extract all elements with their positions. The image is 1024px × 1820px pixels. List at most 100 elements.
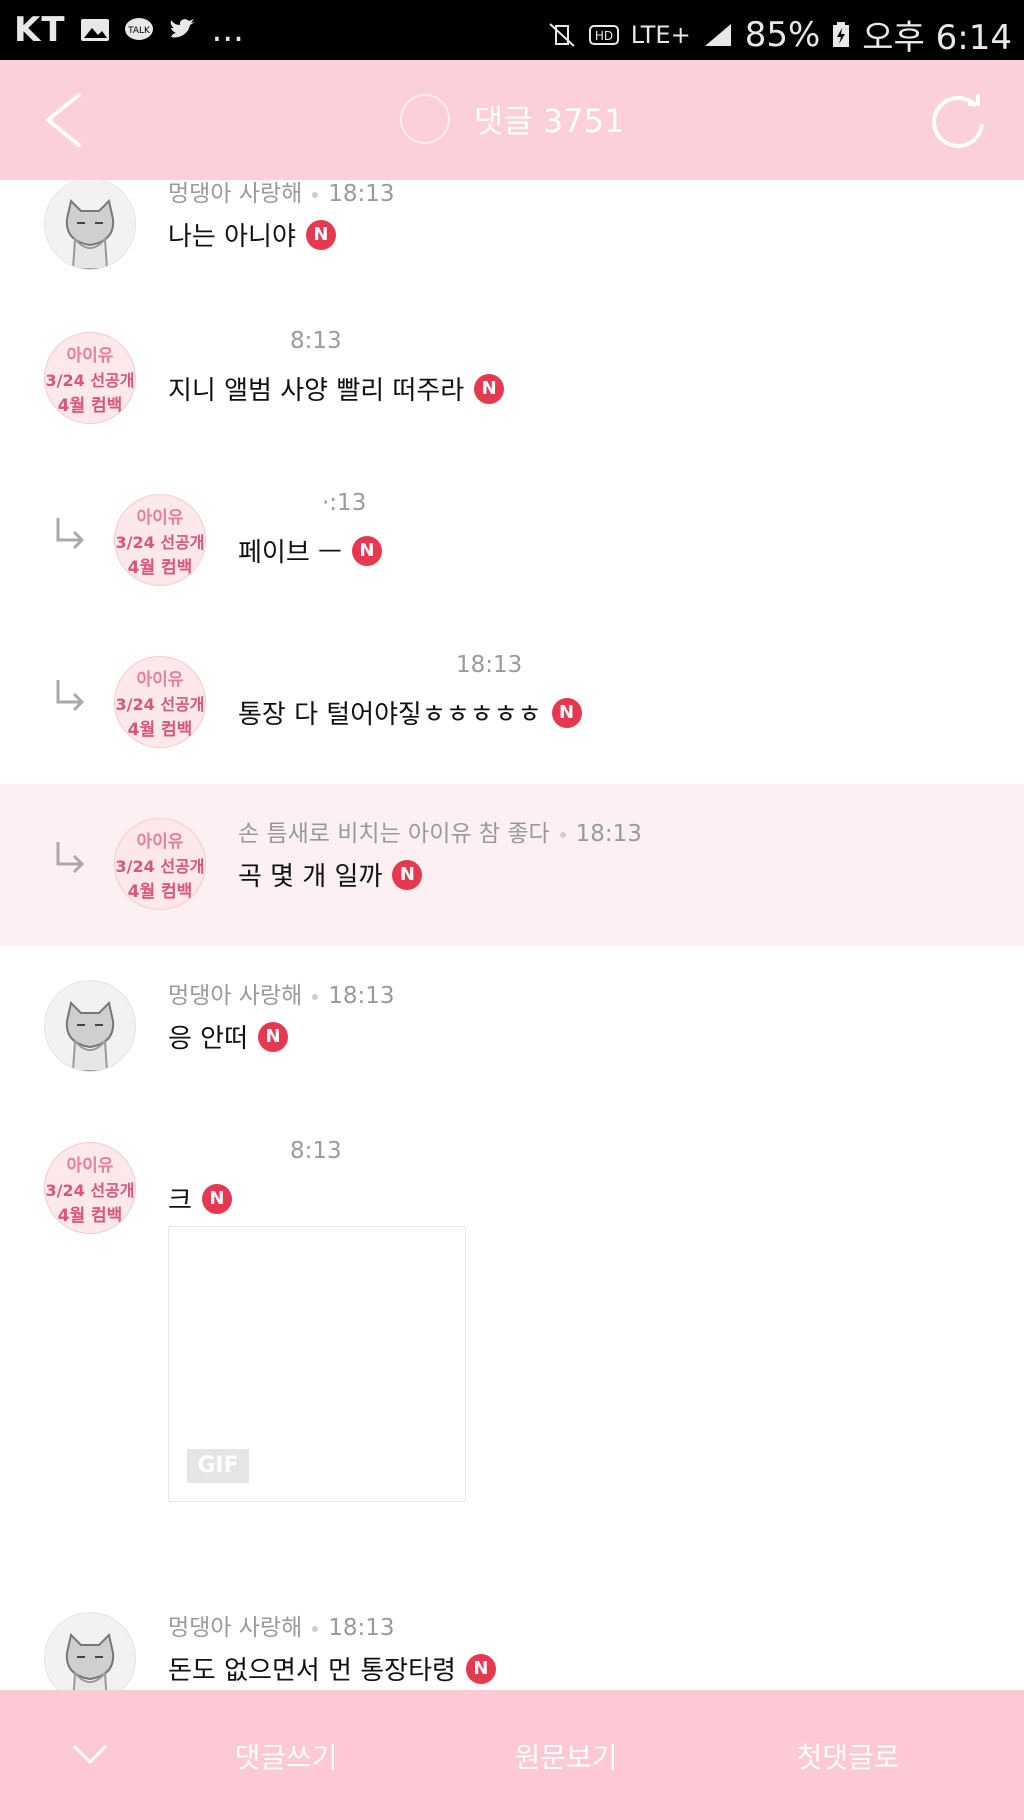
new-badge: N	[201, 1183, 232, 1214]
comment-text: 곡 몇 개 일까	[238, 862, 383, 892]
comment-row[interactable]: 멍댕아 사랑해 18:13 돈도 없으면서 먼 통장타령 N	[0, 1578, 1024, 1690]
svg-text:TALK: TALK	[127, 26, 151, 36]
avatar-line: 3/24 선공개	[115, 533, 205, 552]
avatar[interactable]: 아이유 3/24 선공개 4월 컴백	[114, 656, 206, 748]
avatar[interactable]	[44, 980, 136, 1072]
battery-charging-icon	[833, 21, 850, 47]
avatar-line: 아이유	[66, 1156, 114, 1176]
meta-separator	[312, 191, 319, 198]
comment-time: 18:13	[328, 181, 395, 207]
reply-arrow-icon	[56, 518, 85, 550]
comment-author: 멍댕아 사랑해	[168, 983, 303, 1009]
new-badge: N	[392, 859, 423, 890]
avatar-line: 3/24 선공개	[45, 1181, 135, 1200]
avatar-line: 3/24 선공개	[45, 371, 135, 390]
comment-row-reply[interactable]: 아이유 3/24 선공개 4월 컴백 손 틈새로 비치는 아이유 참 좋다 18:…	[0, 784, 1024, 947]
comment-meta: 손 틈새로 비치는 아이유 참 좋다 18:13	[238, 814, 642, 848]
page-title: 댓글 3751	[473, 102, 625, 140]
chevron-down-icon[interactable]	[70, 1734, 110, 1774]
status-bar: KT TALK ... HD LTE+ 85% 오후 6:14	[0, 0, 1024, 60]
avatar-line: 아이유	[66, 346, 114, 366]
meta-separator	[312, 1625, 319, 1632]
view-original-button[interactable]: 원문보기	[466, 1736, 666, 1776]
cat-avatar-icon	[46, 982, 134, 1071]
cat-avatar-icon	[46, 180, 134, 269]
network-label: LTE+	[630, 20, 691, 49]
write-comment-button[interactable]: 댓글쓰기	[186, 1736, 386, 1776]
comment-meta: 멍댕아 사랑해 18:13	[168, 1608, 395, 1642]
comment-meta: ·:13	[322, 490, 366, 516]
comment-row-reply[interactable]: 아이유 3/24 선공개 4월 컴백 18:13 통장 다 털어야짛ㅎㅎㅎㅎㅎ N	[0, 622, 1024, 785]
comment-time: 8:13	[290, 1138, 342, 1164]
comment-meta: 8:13	[290, 328, 342, 354]
vibrate-mute-icon	[549, 22, 575, 47]
comment-list[interactable]: 멍댕아 사랑해 18:13 나는 아니야 N 아이유 3/24 선공개 4월 컴백 …	[0, 180, 1024, 1690]
comment-meta: 멍댕아 사랑해 18:13	[168, 180, 395, 208]
comment-author: 멍댕아 사랑해	[168, 181, 303, 207]
gif-attachment[interactable]: GIF	[168, 1226, 466, 1502]
comment-body: 응 안떠 N	[168, 1018, 289, 1055]
comment-text: 지니 앨범 사양 빨리 떠주라	[168, 376, 465, 406]
avatar[interactable]: 아이유 3/24 선공개 4월 컴백	[114, 494, 206, 586]
comment-body: 크N	[168, 1180, 232, 1217]
avatar-line: 아이유	[136, 832, 184, 852]
avatar-line: 4월 컴백	[57, 396, 123, 416]
reply-arrow-icon	[56, 842, 85, 874]
avatar[interactable]	[44, 180, 136, 270]
more-notifications: ...	[211, 10, 244, 50]
comment-text: 나는 아니야	[168, 222, 296, 252]
new-badge: N	[305, 219, 336, 250]
comment-body: 통장 다 털어야짛ㅎㅎㅎㅎㅎ N	[238, 694, 582, 731]
comment-text: 돈도 없으면서 먼 통장타령	[168, 1656, 456, 1686]
comment-time: 18:13	[328, 1615, 395, 1641]
bottom-action-bar: 댓글쓰기 원문보기 첫댓글로	[0, 1690, 1024, 1820]
comment-row[interactable]: 멍댕아 사랑해 18:13 나는 아니야 N	[0, 180, 1024, 299]
comment-row[interactable]: 아이유 3/24 선공개 4월 컴백 8:13 크N GIF	[0, 1108, 1024, 1579]
comments-header: 댓글 3751	[0, 60, 1024, 180]
avatar-line: 4월 컴백	[127, 558, 193, 578]
comment-time: 18:13	[328, 983, 395, 1009]
comment-meta: 8:13	[290, 1138, 342, 1164]
avatar[interactable]	[44, 1612, 136, 1690]
comment-body: 페이브 ㅡ N	[238, 532, 382, 569]
avatar[interactable]: 아이유 3/24 선공개 4월 컴백	[44, 332, 136, 424]
comment-time: ·:13	[322, 490, 367, 516]
comment-author: 멍댕아 사랑해	[168, 1615, 303, 1641]
comment-meta: 멍댕아 사랑해 18:13	[168, 976, 395, 1010]
comment-time: 18:13	[575, 821, 642, 847]
kakaotalk-icon: TALK	[124, 18, 153, 40]
comment-meta: 18:13	[456, 652, 522, 678]
new-badge: N	[258, 1021, 289, 1052]
reply-arrow-icon	[56, 680, 85, 712]
new-badge: N	[465, 1653, 496, 1684]
first-comment-button[interactable]: 첫댓글로	[748, 1736, 948, 1776]
new-badge: N	[474, 373, 505, 404]
avatar[interactable]: 아이유 3/24 선공개 4월 컴백	[44, 1142, 136, 1234]
avatar-line: 4월 컴백	[127, 720, 193, 740]
comment-author: 손 틈새로 비치는 아이유 참 좋다	[238, 821, 550, 847]
comment-row[interactable]: 아이유 3/24 선공개 4월 컴백 8:13 지니 앨범 사양 빨리 떠주라 N	[0, 298, 1024, 461]
gallery-icon	[80, 19, 109, 41]
comment-row-reply[interactable]: 아이유 3/24 선공개 4월 컴백 ·:13 페이브 ㅡ N	[0, 460, 1024, 623]
avatar-line: 3/24 선공개	[115, 857, 205, 876]
refresh-button[interactable]	[928, 90, 988, 150]
meta-separator	[559, 831, 566, 838]
comment-body: 곡 몇 개 일까 N	[238, 856, 423, 893]
comment-text: 통장 다 털어야짛ㅎㅎㅎㅎㅎ	[238, 700, 542, 730]
hd-voice-icon: HD	[588, 24, 619, 45]
avatar[interactable]: 아이유 3/24 선공개 4월 컴백	[114, 818, 206, 910]
comment-text: 응 안떠	[168, 1024, 249, 1054]
comment-time: 18:13	[456, 652, 523, 678]
comment-time: 8:13	[290, 328, 342, 354]
svg-text:HD: HD	[595, 29, 613, 43]
bell-icon[interactable]	[399, 94, 450, 144]
header-title-group: 댓글 3751	[0, 94, 1024, 148]
meta-separator	[312, 993, 319, 1000]
cat-avatar-icon	[46, 1614, 134, 1690]
gif-label: GIF	[187, 1449, 249, 1483]
comment-text: 크	[168, 1186, 192, 1216]
comment-body: 돈도 없으면서 먼 통장타령 N	[168, 1650, 496, 1687]
comment-body: 지니 앨범 사양 빨리 떠주라 N	[168, 370, 505, 407]
avatar-line: 4월 컴백	[127, 882, 193, 902]
comment-row[interactable]: 멍댕아 사랑해 18:13 응 안떠 N	[0, 946, 1024, 1109]
